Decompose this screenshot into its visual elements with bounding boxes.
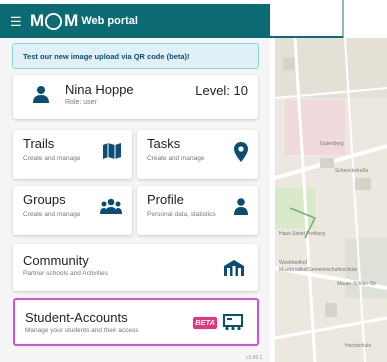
hamburger-menu-icon[interactable]: ☰ — [10, 15, 24, 28]
classroom-icon — [223, 314, 243, 331]
user-level: Level: 10 — [195, 83, 248, 98]
location-pin-icon — [234, 142, 248, 162]
tasks-subtitle: Create and manage — [147, 155, 205, 162]
groups-tile[interactable]: Groups Create and manage — [13, 186, 132, 235]
map-label: Westfriedhof — [279, 260, 307, 266]
student-accounts-subtitle: Manage your students and their access — [25, 327, 139, 334]
tasks-title: Tasks — [147, 136, 181, 151]
student-accounts-tile[interactable]: Student-Accounts Manage your students an… — [13, 298, 259, 346]
trails-tile[interactable]: Trails Create and manage — [13, 130, 132, 179]
user-card[interactable]: Nina Hoppe Role: user Level: 10 — [13, 75, 258, 119]
profile-subtitle: Personal data, statistics — [147, 211, 216, 218]
user-icon — [33, 86, 49, 103]
trails-title: Trails — [23, 136, 55, 151]
community-title: Community — [23, 253, 89, 268]
user-role: Role: user — [65, 99, 97, 106]
profile-tile[interactable]: Profile Personal data, statistics — [137, 186, 258, 235]
map-view[interactable]: Gutenberg Schenckstraße Haus Sankt Freib… — [275, 38, 387, 362]
map-label: Gutenberg — [320, 141, 344, 147]
user-name: Nina Hoppe — [65, 82, 134, 97]
groups-subtitle: Create and manage — [23, 211, 81, 218]
trails-subtitle: Create and manage — [23, 155, 81, 162]
app-logo[interactable]: M M — [30, 11, 78, 31]
map-label: Musikinstitut/Gemein­tschaftsschule — [279, 267, 358, 273]
map-icon — [103, 143, 121, 159]
community-subtitle: Partner schools and Activities — [23, 270, 108, 277]
page: ☰ M M Web portal Test our new image uplo… — [0, 0, 387, 362]
compass-icon — [45, 12, 63, 30]
school-icon — [224, 260, 244, 276]
map-label: Mauer-Schiler-Str — [337, 281, 377, 287]
map-label: Hochschule — [345, 343, 372, 349]
version-label: v3.86.1 — [246, 355, 263, 361]
tasks-tile[interactable]: Tasks Create and manage — [137, 130, 258, 179]
map-label: Schenckstraße — [335, 168, 369, 174]
logo-letter-left: M — [30, 11, 44, 30]
portal-label: Web portal — [81, 15, 138, 27]
person-icon — [234, 198, 248, 215]
profile-title: Profile — [147, 192, 184, 207]
info-banner[interactable]: Test our new image upload via QR code (b… — [12, 43, 259, 69]
map-tiles — [275, 38, 387, 362]
selection-line — [342, 0, 344, 38]
student-accounts-title: Student-Accounts — [25, 310, 128, 325]
community-tile[interactable]: Community Partner schools and Activities — [13, 244, 258, 291]
groups-title: Groups — [23, 192, 66, 207]
logo-letter-right: M — [64, 11, 78, 30]
map-label: Haus Sankt Freiburg — [279, 231, 325, 237]
app-bar: ☰ M M Web portal — [0, 4, 270, 38]
group-icon — [100, 198, 122, 214]
beta-badge: BETA — [193, 317, 217, 329]
